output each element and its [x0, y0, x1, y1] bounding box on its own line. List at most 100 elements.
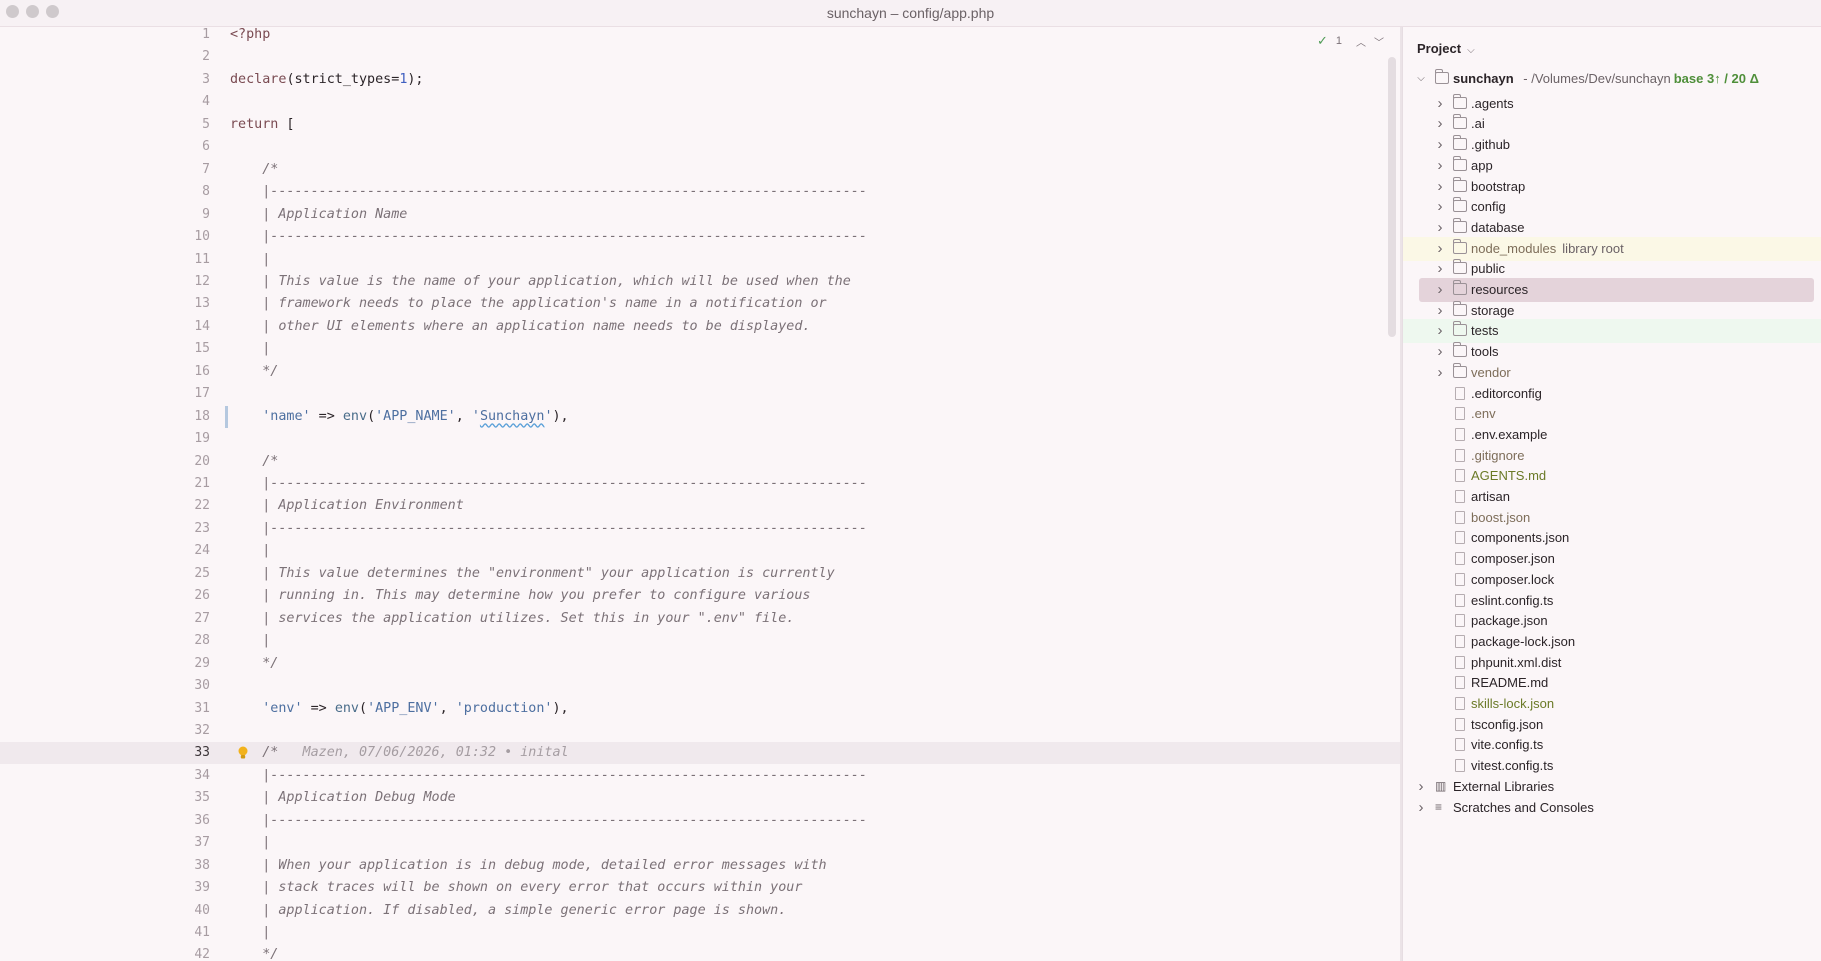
code-line[interactable]: 3 declare(strict_types=1); — [0, 69, 1400, 91]
item-name: AGENTS.md — [1471, 468, 1547, 484]
code-text: |---------------------------------------… — [230, 473, 867, 495]
code-text: | framework needs to place the applicati… — [230, 293, 826, 315]
code-line[interactable]: 6 — [0, 136, 1400, 158]
file-icon — [1455, 448, 1465, 462]
code-token: | When your application is in debug mode… — [230, 857, 827, 873]
item-name: tools — [1471, 344, 1499, 360]
code-line[interactable]: 17 — [0, 383, 1400, 405]
code-line[interactable]: 36 |------------------------------------… — [0, 810, 1400, 832]
code-line[interactable]: 40 | application. If disabled, a simple … — [0, 900, 1400, 922]
code-token: |---------------------------------------… — [230, 476, 867, 491]
zoom-window-button[interactable] — [46, 5, 59, 18]
code-line[interactable]: 29 */ — [0, 653, 1400, 675]
code-text: | running in. This may determine how you… — [230, 585, 810, 607]
code-text: | — [230, 630, 270, 652]
code-line[interactable]: 4 — [0, 91, 1400, 113]
code-line[interactable]: 9 | Application Name — [0, 204, 1400, 226]
code-line[interactable]: 12 | This value is the name of your appl… — [0, 271, 1400, 293]
code-line[interactable]: 34 |------------------------------------… — [0, 765, 1400, 787]
tree-item-label: Scratches and Consoles — [1453, 799, 1594, 815]
code-line[interactable]: 2 — [0, 46, 1400, 68]
code-line[interactable]: 22 | Application Environment — [0, 495, 1400, 517]
line-number: 27 — [194, 610, 210, 626]
code-line[interactable]: 25 | This value determines the "environm… — [0, 563, 1400, 585]
code-line[interactable]: 20 /* — [0, 451, 1400, 473]
code-line[interactable]: 31 'env' => env('APP_ENV', 'production')… — [0, 698, 1400, 720]
code-line[interactable]: 21 |------------------------------------… — [0, 473, 1400, 495]
code-line[interactable]: 19 — [0, 428, 1400, 450]
code-token: |---------------------------------------… — [230, 767, 867, 783]
close-window-button[interactable] — [6, 5, 19, 18]
line-number: 35 — [194, 790, 210, 806]
code-line[interactable]: 10 |------------------------------------… — [0, 226, 1400, 248]
tree-item-scratches[interactable]: › ≡ Scratches and Consoles — [1403, 796, 1821, 820]
code-line[interactable]: 14 | other UI elements where an applicat… — [0, 316, 1400, 338]
chevron-down-icon[interactable]: ⌵ — [1416, 67, 1426, 91]
item-name: resources — [1471, 282, 1529, 297]
code-line[interactable]: 30 — [0, 675, 1400, 697]
code-text: | application. If disabled, a simple gen… — [230, 900, 786, 922]
code-token: | — [230, 633, 271, 649]
code-line[interactable]: 26 | running in. This may determine how … — [0, 585, 1400, 607]
code-text: return [ — [230, 114, 295, 136]
folder-icon — [1453, 176, 1467, 192]
code-line[interactable]: 5 return [ — [0, 114, 1400, 136]
minimize-window-button[interactable] — [26, 5, 39, 18]
code-line[interactable]: 37 | — [0, 832, 1400, 854]
scratches-icon: ≡ — [1435, 799, 1443, 814]
code-line[interactable]: 27 | services the application utilizes. … — [0, 608, 1400, 630]
file-icon — [1455, 386, 1465, 400]
line-number: 32 — [194, 722, 210, 738]
code-line[interactable]: 42 */ — [0, 944, 1400, 961]
line-number: 17 — [194, 386, 210, 402]
code-line[interactable]: 18 'name' => env('APP_NAME', 'Sunchayn')… — [0, 405, 1400, 428]
code-token: env — [334, 700, 359, 716]
code-line[interactable]: 33 /* Mazen, 07/06/2026, 01:32 • inital — [0, 742, 1400, 765]
folder-icon — [1453, 259, 1467, 275]
code-line[interactable]: 15 | — [0, 338, 1400, 360]
code-editor[interactable]: ✓ 1 ︿ ﹀ 1 <?php 2 3 declare(strict_types=1);… — [0, 27, 1400, 961]
item-name: vitest.config.ts — [1471, 758, 1554, 774]
line-number: 37 — [194, 835, 210, 851]
code-token: env — [342, 408, 368, 424]
code-line[interactable]: 11 | — [0, 249, 1400, 271]
code-text: |---------------------------------------… — [230, 765, 867, 787]
item-name: eslint.config.ts — [1471, 592, 1554, 608]
line-number: 36 — [194, 812, 210, 828]
file-icon — [1455, 738, 1465, 752]
code-line[interactable]: 7 /* — [0, 159, 1400, 181]
tree-root-sunchayn[interactable]: ⌵ sunchayn - /Volumes/Dev/sunchayn base 3↑… — [1403, 67, 1821, 91]
item-name: public — [1471, 261, 1505, 277]
tree-root-label: sunchayn - /Volumes/Dev/sunchayn base 3↑ … — [1453, 67, 1759, 91]
code-line[interactable]: 39 | stack traces will be shown on every… — [0, 877, 1400, 899]
code-token: ' — [544, 408, 553, 424]
code-token: => — [310, 408, 343, 424]
code-line[interactable]: 23 |------------------------------------… — [0, 518, 1400, 540]
code-line[interactable]: 38 | When your application is in debug m… — [0, 855, 1400, 877]
code-line[interactable]: 16 */ — [0, 361, 1400, 383]
code-text: | This value is the name of your applica… — [230, 271, 851, 293]
code-token: | application. If disabled, a simple gen… — [230, 902, 787, 918]
line-number: 5 — [202, 116, 210, 132]
project-panel-header[interactable]: Project ⌵ — [1417, 41, 1475, 56]
code-line[interactable]: 13 | framework needs to place the applic… — [0, 293, 1400, 315]
code-line[interactable]: 32 — [0, 720, 1400, 742]
line-number: 24 — [194, 543, 210, 559]
code-text: |---------------------------------------… — [230, 810, 867, 832]
folder-icon — [1453, 300, 1467, 316]
code-text: | Application Environment — [230, 495, 464, 517]
chevron-right-icon[interactable]: › — [1416, 796, 1426, 820]
file-icon — [1455, 697, 1465, 710]
code-token: (strict_types= — [286, 71, 400, 87]
code-line[interactable]: 8 |-------------------------------------… — [0, 181, 1400, 203]
code-line[interactable]: 41 | — [0, 922, 1400, 944]
vcs-change-marker[interactable] — [225, 405, 228, 428]
line-number: 8 — [202, 184, 210, 200]
item-name: artisan — [1471, 489, 1511, 504]
code-token: | services the application utilizes. Set… — [230, 610, 795, 626]
code-line[interactable]: 28 | — [0, 630, 1400, 652]
code-line[interactable]: 1 <?php — [0, 27, 1400, 46]
code-line[interactable]: 24 | — [0, 540, 1400, 562]
code-line[interactable]: 35 | Application Debug Mode — [0, 787, 1400, 809]
